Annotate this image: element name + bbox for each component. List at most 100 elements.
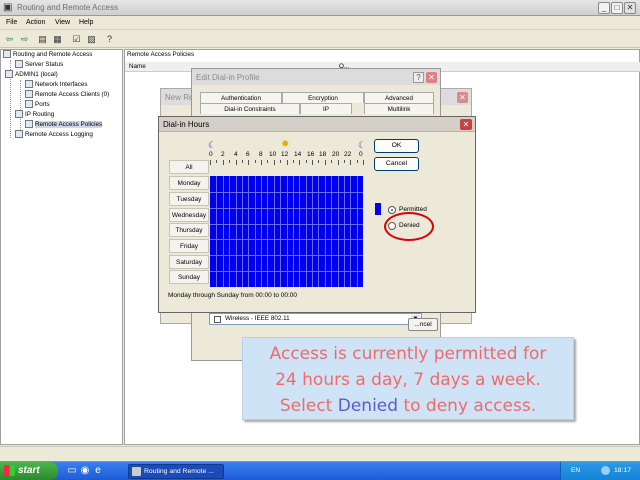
media-checkbox[interactable] [214,316,221,323]
hour-label: 4 [234,151,238,158]
day-button-thursday[interactable]: Thursday [169,223,209,237]
internet-explorer-icon[interactable]: e [92,465,104,477]
hour-tick [216,160,218,163]
tab-advanced[interactable]: Advanced [364,92,434,103]
tree-item-ports[interactable]: Ports [25,100,50,110]
menu-action[interactable]: Action [26,19,45,26]
hour-label: 2 [221,151,225,158]
media-player-icon[interactable]: ◉ [79,465,91,477]
hour-tick [356,160,358,163]
menu-view[interactable]: View [55,19,70,26]
new-policy-close-button[interactable]: ✕ [457,92,468,103]
close-button[interactable]: ✕ [624,2,636,14]
tree-connector [20,80,21,136]
tutorial-callout: Access is currently permitted for 24 hou… [242,337,574,420]
tab-authentication[interactable]: Authentication [200,92,282,103]
hour-tick [286,160,288,165]
help-button[interactable]: ? [413,72,424,83]
ok-button[interactable]: OK [374,139,419,153]
hour-tick [337,160,339,165]
tab-encryption[interactable]: Encryption [282,92,364,103]
cancel-button[interactable]: Cancel [374,157,419,171]
hours-summary: Monday through Sunday from 00:00 to 00:0… [168,292,298,299]
day-button-tuesday[interactable]: Tuesday [169,192,209,206]
policy-icon [25,120,33,129]
hour-tick [331,160,333,163]
window-title: Routing and Remote Access [17,3,118,12]
hour-label: 8 [259,151,263,158]
hour-tick [267,160,269,163]
hour-label: 12 [281,151,289,158]
tree-item-remote-access-policies[interactable]: Remote Access Policies [25,120,103,130]
start-button[interactable]: start [0,462,58,480]
show-desktop-icon[interactable]: ▭ [66,465,78,477]
day-button-wednesday[interactable]: Wednesday [169,208,209,222]
menu-bar: File Action View Help [0,17,640,30]
language-indicator[interactable]: EN [571,467,580,474]
status-bar [0,446,640,461]
edit-profile-title: Edit Dial-in Profile [196,73,260,82]
menu-help[interactable]: Help [79,19,93,26]
sun-icon: ✹ [281,139,290,150]
help-icon[interactable]: ? [103,33,116,45]
properties-icon[interactable]: ☑ [70,33,83,45]
edit-profile-close-button[interactable]: ✕ [426,72,437,83]
new-policy-cancel-button[interactable]: ...ncel [408,318,438,331]
select-all-button[interactable]: All [169,160,209,174]
system-tray: EN 18:17 [560,462,640,480]
grid-line [210,191,363,193]
hour-label: 20 [332,151,340,158]
day-button-friday[interactable]: Friday [169,239,209,253]
hour-label: 22 [344,151,352,158]
tree-item-network-interfaces[interactable]: Network Interfaces [25,80,88,90]
hour-tick [324,160,326,165]
network-tray-icon[interactable] [601,466,610,475]
toolbar: ⇦ ⇨ ▤ ▦ ☑ ▧ ? [0,31,640,48]
maximize-button[interactable]: □ [611,2,623,14]
column-name[interactable]: Name [129,63,146,70]
tree-item-routing[interactable]: Routing and Remote Access [3,50,92,60]
export-icon[interactable]: ▧ [85,33,98,45]
tree-item-ip-routing[interactable]: IP Routing [15,110,54,120]
forward-icon[interactable]: ⇨ [18,33,31,45]
routing-icon [15,110,23,119]
minimize-button[interactable]: _ [598,2,610,14]
tab-multilink[interactable]: Multilink [364,103,434,114]
hour-tick [363,160,364,165]
tree-item-admin1[interactable]: ADMIN1 (local) [5,70,58,80]
back-icon[interactable]: ⇦ [3,33,16,45]
moon-icon: ☾ [358,140,367,150]
tree-item-server-status[interactable]: Server Status [15,60,63,70]
day-button-sunday[interactable]: Sunday [169,270,209,284]
hour-tick [235,160,237,165]
network-icon [25,80,33,89]
menu-file[interactable]: File [6,19,17,26]
tab-dial-in-constraints[interactable]: Dial-in Constraints [200,103,300,114]
callout-highlight: Denied [337,396,399,416]
tree-item-remote-access-logging[interactable]: Remote Access Logging [15,130,93,140]
show-hide-tree-icon[interactable]: ▦ [51,33,64,45]
hour-tick [312,160,313,165]
log-icon [15,130,23,139]
hour-tick [280,160,282,163]
hour-tick [210,160,211,165]
taskbar-item-routing[interactable]: Routing and Remote ... [128,464,224,479]
media-type-list-item[interactable]: Wireless - IEEE 802.11 ▼ [209,313,422,325]
moon-icon: ☾ [208,140,217,150]
tab-ip[interactable]: IP [300,103,352,114]
dial-in-hours-close-button[interactable]: ✕ [460,119,472,130]
up-folder-icon[interactable]: ▤ [36,33,49,45]
hour-tick [261,160,262,165]
callout-line-2: 24 hours a day, 7 days a week. [275,370,541,390]
clock[interactable]: 18:17 [614,467,631,474]
hour-tick [343,160,345,163]
hour-label: 16 [307,151,315,158]
hours-grid[interactable] [210,176,363,287]
day-button-monday[interactable]: Monday [169,176,209,190]
hour-label: 10 [269,151,277,158]
day-button-saturday[interactable]: Saturday [169,255,209,269]
tree-item-remote-access-clients[interactable]: Remote Access Clients (0) [25,90,109,100]
permitted-radio[interactable] [388,206,396,214]
hour-tick [254,160,256,163]
hour-label: 6 [246,151,250,158]
